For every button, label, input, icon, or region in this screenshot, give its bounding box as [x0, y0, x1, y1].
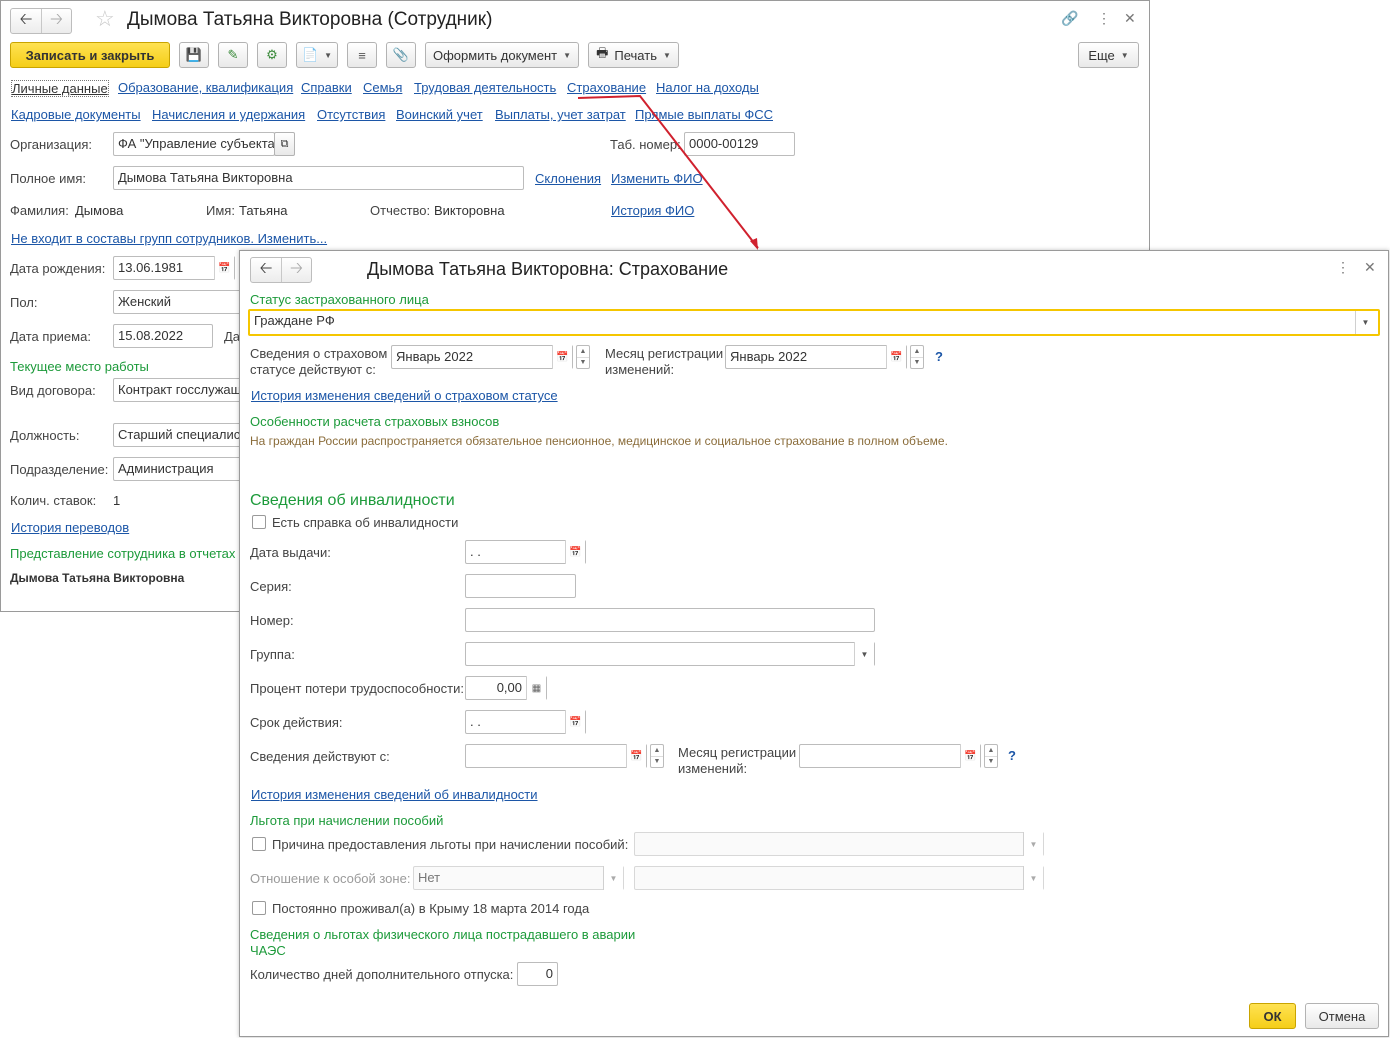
help-icon[interactable]: ? [935, 349, 943, 364]
ok-label: ОК [1263, 1008, 1282, 1024]
benefit-reason-checkbox[interactable] [252, 837, 266, 851]
zone-label: Отношение к особой зоне: [250, 871, 411, 886]
close-icon[interactable]: ✕ [1364, 259, 1376, 276]
help-icon[interactable]: ? [1008, 748, 1016, 763]
forward-arrow-icon[interactable]: 🡢 [281, 258, 311, 282]
more-vert-icon[interactable]: ⋮ [1336, 259, 1350, 276]
calc-note: На граждан России распространяется обяза… [250, 434, 948, 448]
status-header: Статус застрахованного лица [250, 292, 429, 307]
ok-button[interactable]: ОК [1249, 1003, 1296, 1029]
extra-days-label: Количество дней дополнительного отпуска: [250, 967, 514, 982]
disability-header: Сведения об инвалидности [250, 492, 455, 509]
series-field[interactable] [465, 574, 576, 598]
series-label: Серия: [250, 579, 292, 594]
group-field[interactable] [465, 642, 875, 666]
dis-reg-month-label-1: Месяц регистрации [678, 745, 797, 760]
extra-days-field[interactable]: 0 [517, 962, 558, 986]
crimea-label: Постоянно проживал(а) в Крыму 18 марта 2… [272, 901, 590, 916]
calendar-icon[interactable]: 📅 [552, 345, 572, 369]
validity-label: Срок действия: [250, 715, 343, 730]
chevron-down-icon[interactable]: ▼ [1023, 866, 1043, 890]
loss-pct-label: Процент потери трудоспособности: [250, 681, 464, 696]
dis-valid-from-label: Сведения действуют с: [250, 749, 390, 764]
cancel-button[interactable]: Отмена [1305, 1003, 1379, 1029]
issue-date-label: Дата выдачи: [250, 545, 331, 560]
dis-reg-month-label-2: изменений: [678, 761, 748, 776]
number-label: Номер: [250, 613, 294, 628]
calendar-icon[interactable]: 📅 [886, 345, 906, 369]
chernobyl-header-1: Сведения о льготах физического лица пост… [250, 927, 636, 942]
has-cert-checkbox[interactable] [252, 515, 266, 529]
number-field[interactable] [465, 608, 875, 632]
crimea-checkbox[interactable] [252, 901, 266, 915]
calendar-icon[interactable]: 📅 [565, 540, 585, 564]
chevron-down-icon[interactable]: ▼ [603, 866, 623, 890]
reg-month-stepper[interactable]: ▲ ▼ [910, 345, 924, 369]
benefit-reason-label: Причина предоставления льготы при начисл… [272, 837, 629, 852]
dis-history-link[interactable]: История изменения сведений об инвалиднос… [251, 787, 538, 802]
benefit-reason-field[interactable] [634, 832, 1044, 856]
reg-month-label-1: Месяц регистрации [605, 346, 724, 361]
dis-reg-month-field[interactable] [799, 744, 981, 768]
group-label: Группа: [250, 647, 295, 662]
cancel-label: Отмена [1318, 1008, 1366, 1024]
calendar-icon[interactable]: 📅 [960, 744, 980, 768]
zone-field[interactable]: Нет [413, 866, 624, 890]
valid-from-label-2: статусе действуют с: [250, 362, 376, 377]
status-history-link[interactable]: История изменения сведений о страховом с… [251, 388, 558, 403]
back-arrow-icon[interactable]: 🡠 [251, 258, 281, 282]
calc-header: Особенности расчета страховых взносов [250, 414, 500, 429]
zone-detail-field[interactable] [634, 866, 1044, 890]
chernobyl-header-2: ЧАЭС [250, 943, 286, 958]
reg-month-field[interactable]: Январь 2022 [725, 345, 907, 369]
calendar-icon[interactable]: 📅 [626, 744, 646, 768]
chevron-down-icon[interactable]: ▼ [1355, 311, 1375, 334]
dis-valid-from-stepper[interactable]: ▲ ▼ [650, 744, 664, 768]
calendar-icon[interactable]: 📅 [565, 710, 585, 734]
window-title: Дымова Татьяна Викторовна: Страхование [367, 259, 729, 279]
calculator-icon[interactable]: ▦ [526, 676, 546, 700]
has-cert-label: Есть справка об инвалидности [272, 515, 459, 530]
chevron-down-icon[interactable]: ▼ [854, 642, 874, 666]
dis-reg-month-stepper[interactable]: ▲ ▼ [984, 744, 998, 768]
history-nav: 🡠 🡢 [250, 257, 312, 283]
benefit-header: Льгота при начислении пособий [250, 813, 444, 828]
valid-from-label-1: Сведения о страховом [250, 346, 388, 361]
status-field[interactable]: Граждане РФ [248, 309, 1380, 336]
valid-from-field[interactable]: Январь 2022 [391, 345, 573, 369]
reg-month-label-2: изменений: [605, 362, 675, 377]
chevron-down-icon[interactable]: ▼ [1023, 832, 1043, 856]
dis-valid-from-field[interactable] [465, 744, 647, 768]
insurance-window: 🡠 🡢 Дымова Татьяна Викторовна: Страхован… [239, 250, 1389, 1037]
valid-from-stepper[interactable]: ▲ ▼ [576, 345, 590, 369]
